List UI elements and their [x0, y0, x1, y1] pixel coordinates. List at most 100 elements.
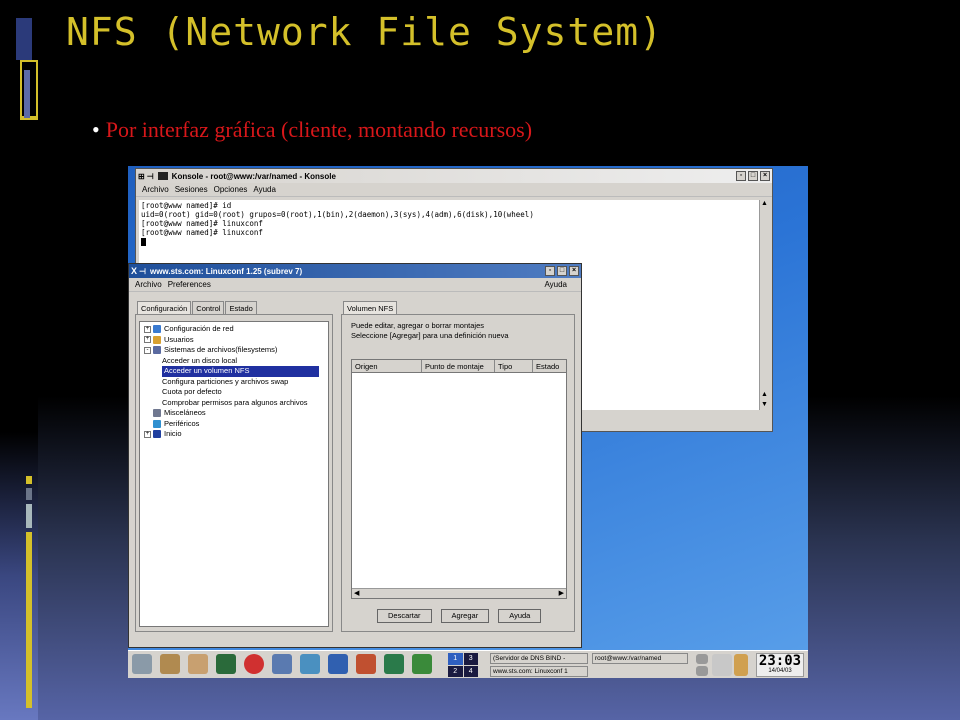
col-estado[interactable]: Estado	[533, 360, 566, 372]
linuxconf-menubar: Archivo Preferences Ayuda	[129, 278, 581, 292]
tab-configuracion[interactable]: Configuración	[137, 301, 192, 315]
tab-volumen-nfs[interactable]: Volumen NFS	[343, 301, 398, 315]
help-button[interactable]: Ayuda	[498, 609, 542, 623]
linuxconf-titlebar[interactable]: X ⊣ www.sts.com: Linuxconf 1.25 (subrev …	[129, 264, 581, 278]
menu-archivo[interactable]: Archivo	[142, 185, 169, 194]
nfs-description: Puede editar, agregar o borrar montajes …	[351, 321, 509, 341]
scroll-down-icon[interactable]: ▼	[760, 401, 769, 408]
close-button[interactable]: ×	[760, 171, 770, 181]
konsole-titlebar[interactable]: ⊞ ⊣ Konsole - root@www:/var/named - Kons…	[136, 169, 772, 183]
menu-sesiones[interactable]: Sesiones	[175, 185, 208, 194]
col-tipo[interactable]: Tipo	[495, 360, 533, 372]
scroll-left-icon[interactable]: ◀	[354, 589, 359, 597]
terminal-scrollbar[interactable]: ▲ ▲ ▼	[759, 200, 769, 410]
menu-ayuda[interactable]: Ayuda	[544, 280, 567, 289]
tree-item-permissions[interactable]: Comprobar permisos para algunos archivos	[140, 398, 328, 409]
clock[interactable]: 23:03 14/04/03	[756, 653, 804, 677]
notes-icon[interactable]	[734, 654, 748, 676]
bullet-dot: •	[92, 117, 100, 142]
minimize-button[interactable]: ▫	[736, 171, 746, 181]
pin-icon[interactable]: ⊣	[147, 172, 154, 181]
maximize-button[interactable]: □	[748, 171, 758, 181]
menu-opciones[interactable]: Opciones	[214, 185, 248, 194]
scroll-up-icon[interactable]: ▲	[760, 200, 769, 207]
pager-desktop-1[interactable]: 1	[448, 653, 463, 665]
globe-icon[interactable]	[300, 654, 320, 674]
tree-item-misc[interactable]: Misceláneos	[140, 408, 328, 419]
nfs-table[interactable]: Origen Punto de montaje Tipo Estado ◀ ▶	[351, 359, 567, 599]
help-lifebuoy-icon[interactable]	[244, 654, 264, 674]
nfs-hscrollbar[interactable]: ◀ ▶	[352, 588, 566, 598]
lock-icon[interactable]	[696, 654, 708, 664]
browser-icon[interactable]	[328, 654, 348, 674]
tree-item-swap[interactable]: Configura particiones y archivos swap	[140, 377, 328, 388]
menu-ayuda[interactable]: Ayuda	[253, 185, 276, 194]
editor-icon[interactable]	[356, 654, 376, 674]
scroll-up-icon[interactable]: ▲	[760, 391, 769, 398]
clock-time: 23:03	[758, 653, 802, 669]
terminal-line: [root@www named]# linuxconf	[141, 219, 263, 228]
collapse-icon[interactable]: -	[144, 346, 151, 354]
terminal-cursor	[141, 238, 146, 246]
spreadsheet-icon[interactable]	[384, 654, 404, 674]
nfs-desc-line: Seleccione [Agregar] para una definición…	[351, 331, 509, 340]
col-origen[interactable]: Origen	[352, 360, 422, 372]
tree-item-peripherals[interactable]: Periféricos	[140, 419, 328, 430]
tree-label: Inicio	[164, 429, 182, 438]
tree-item-local-disk[interactable]: Acceder un disco local	[140, 356, 328, 367]
tree-item-nfs-volume[interactable]: Acceder un volumen NFS	[140, 366, 328, 377]
terminal-icon[interactable]	[216, 654, 236, 674]
power-icon[interactable]	[696, 666, 708, 676]
expand-icon[interactable]: +	[144, 430, 151, 438]
tree-label: Misceláneos	[164, 408, 206, 417]
network-icon	[153, 325, 161, 334]
pager-desktop-4[interactable]: 4	[463, 665, 478, 677]
task-linuxconf[interactable]: www.sts.com: Linuxconf 1	[490, 666, 588, 677]
tree-item-network[interactable]: + Configuración de red	[140, 324, 328, 335]
pin-icon[interactable]: ⊣	[139, 267, 146, 276]
tab-control[interactable]: Control	[192, 301, 225, 315]
tree-label: Sistemas de archivos(filesystems)	[164, 345, 278, 354]
bullet-text: Por interfaz gráfica (cliente, montando …	[105, 117, 533, 142]
minimize-button[interactable]: ▫	[545, 266, 555, 276]
tree-item-boot[interactable]: + Inicio	[140, 429, 328, 440]
nfs-table-header: Origen Punto de montaje Tipo Estado	[352, 360, 566, 373]
terminal-line: [root@www named]# linuxconf	[141, 228, 263, 237]
task-konsole[interactable]: root@www:/var/named	[592, 653, 688, 664]
tab-estado[interactable]: Estado	[225, 301, 257, 315]
task-dns-server[interactable]: (Servidor de DNS BIND -	[490, 653, 588, 664]
col-punto-montaje[interactable]: Punto de montaje	[422, 360, 495, 372]
boot-icon	[153, 430, 161, 439]
filesystem-icon	[153, 346, 161, 355]
add-button[interactable]: Agregar	[440, 609, 490, 623]
tree-label: Comprobar permisos para algunos archivos	[162, 397, 308, 407]
users-icon	[153, 335, 161, 344]
clipboard-icon[interactable]	[712, 654, 732, 676]
scroll-right-icon[interactable]: ▶	[559, 589, 564, 597]
tree-item-quota[interactable]: Cuota por defecto	[140, 387, 328, 398]
home-icon[interactable]	[160, 654, 180, 674]
konqueror-icon[interactable]	[272, 654, 292, 674]
tree-item-filesystems[interactable]: - Sistemas de archivos(filesystems)	[140, 345, 328, 356]
expand-icon[interactable]: +	[144, 325, 151, 333]
konsole-app-icon	[157, 172, 168, 180]
close-button[interactable]: ×	[569, 266, 579, 276]
decor-block	[26, 476, 32, 484]
decor-block	[24, 70, 30, 118]
chart-icon[interactable]	[412, 654, 432, 674]
decor-block	[26, 504, 32, 528]
discard-button[interactable]: Descartar	[377, 609, 432, 623]
kde-menu-icon[interactable]	[132, 654, 152, 674]
pager-desktop-3[interactable]: 3	[463, 653, 478, 665]
desktop-pager: 1 3 2 4	[448, 653, 478, 677]
menu-preferences[interactable]: Preferences	[168, 280, 211, 289]
window-menu-icon[interactable]: ⊞	[138, 172, 145, 181]
expand-icon[interactable]: +	[144, 336, 151, 344]
maximize-button[interactable]: □	[557, 266, 567, 276]
konsole-title: Konsole - root@www:/var/named - Konsole	[171, 171, 336, 181]
tree-item-users[interactable]: + Usuarios	[140, 335, 328, 346]
hand-icon[interactable]	[188, 654, 208, 674]
menu-archivo[interactable]: Archivo	[135, 280, 162, 289]
pager-desktop-2[interactable]: 2	[448, 665, 463, 677]
linuxconf-x-icon: X	[131, 266, 138, 276]
